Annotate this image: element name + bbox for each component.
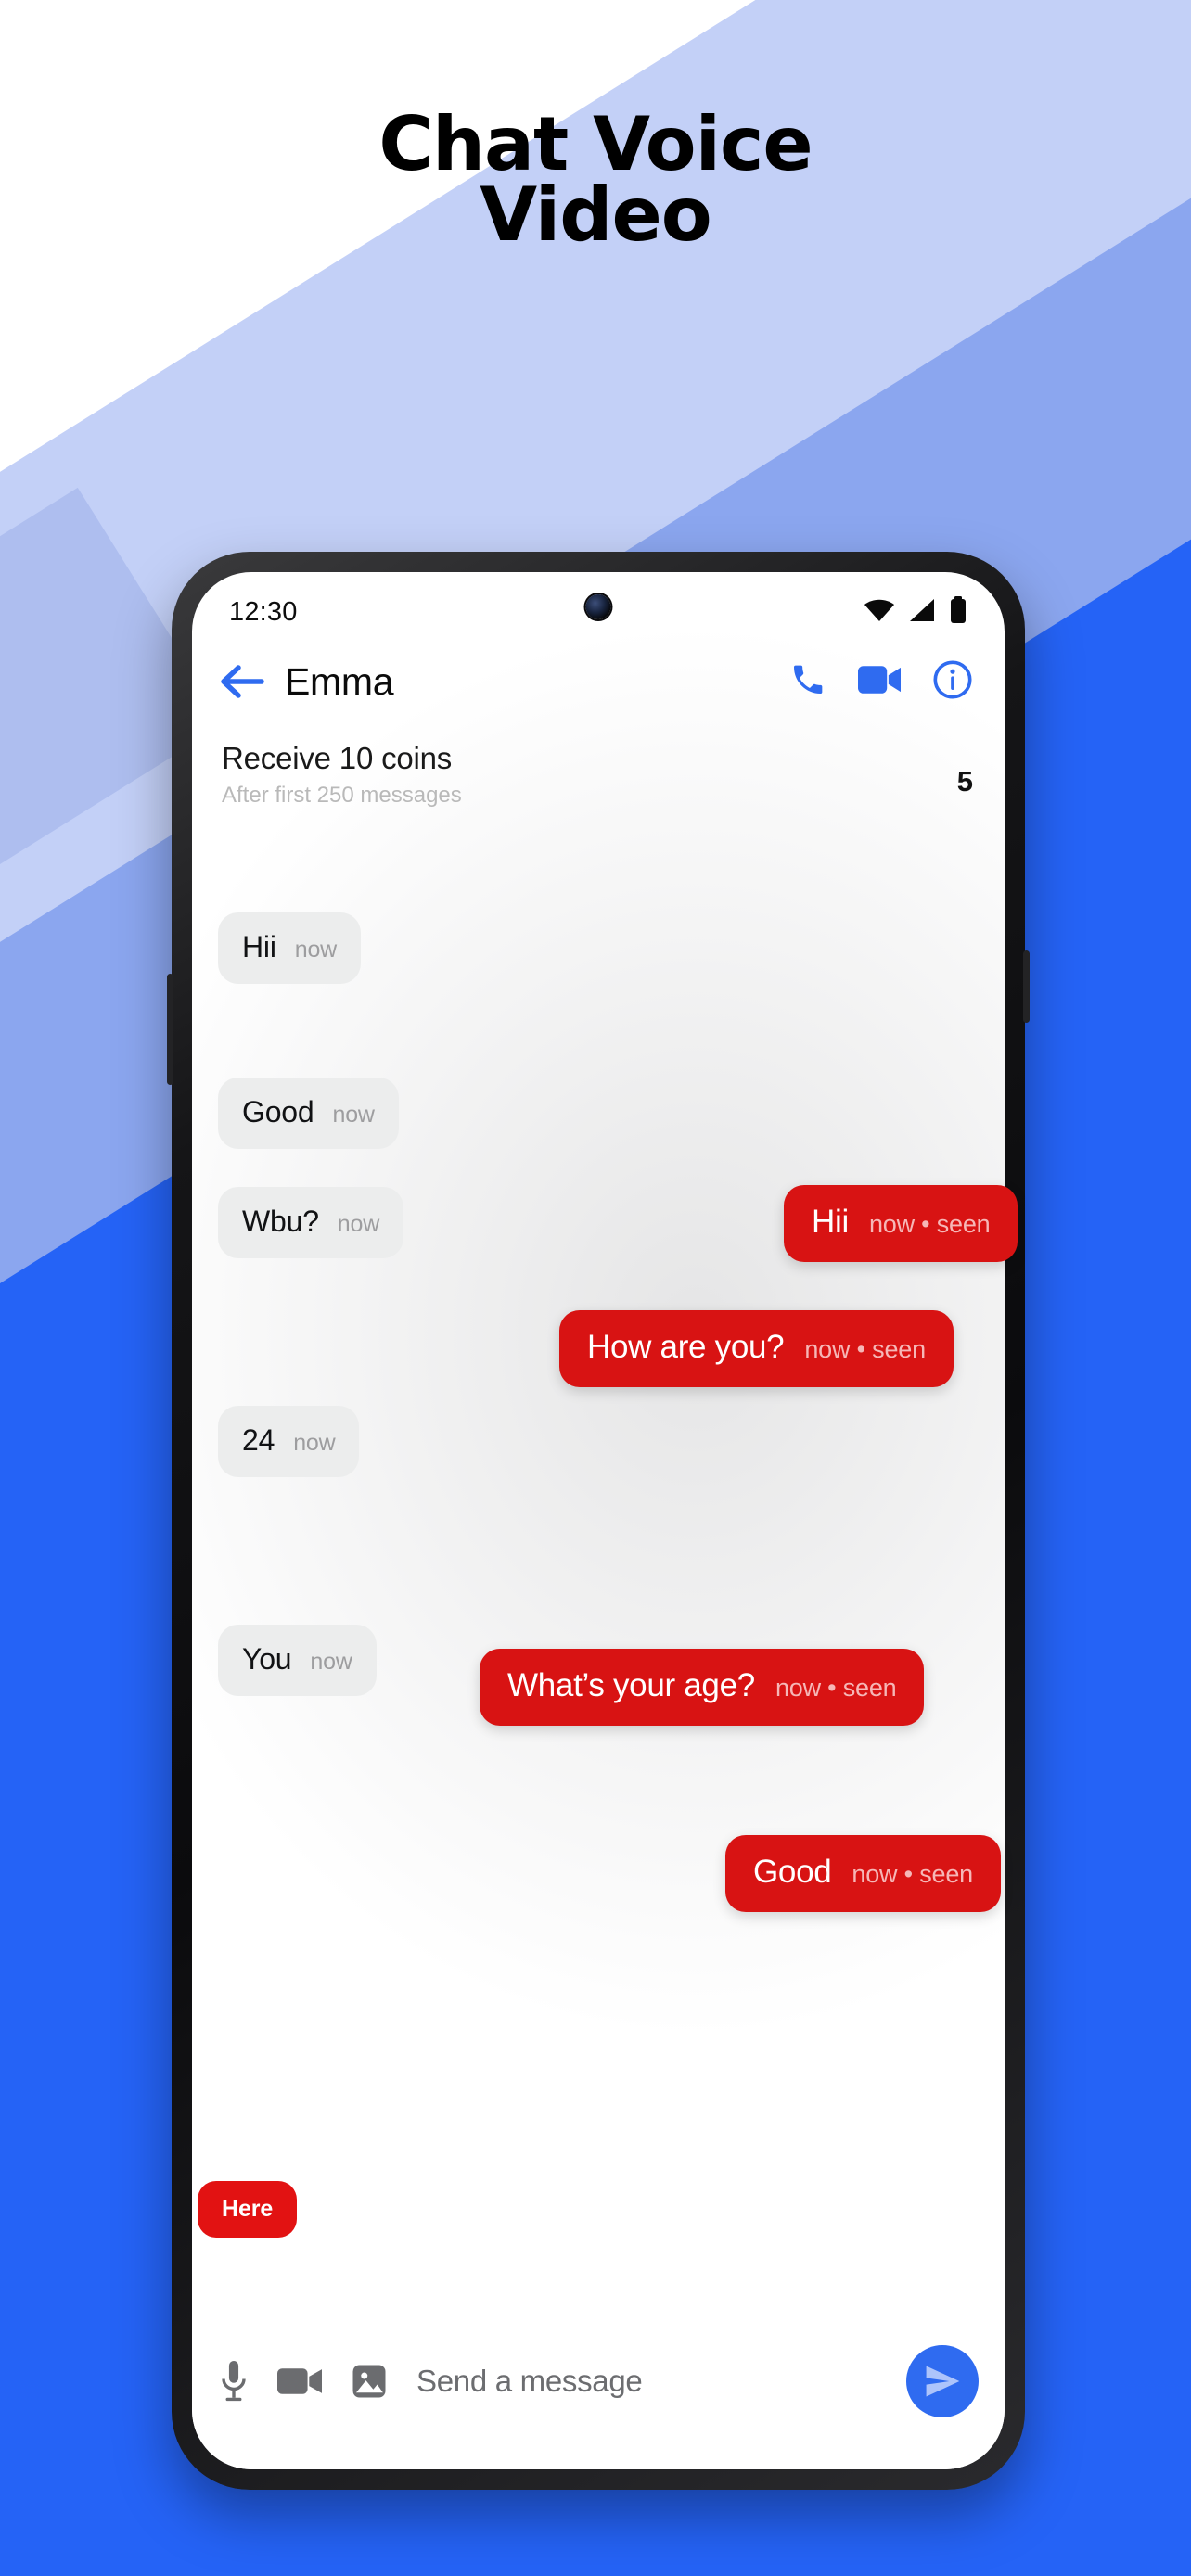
message-meta: now	[293, 1430, 336, 1456]
video-camera-icon[interactable]	[277, 2365, 322, 2398]
message-meta: now • seen	[775, 1674, 897, 1702]
status-bar-clock: 12:30	[229, 596, 298, 627]
status-bar-icons	[864, 595, 967, 629]
page-headline: Chat Voice Video	[0, 101, 1191, 258]
message-composer[interactable]: Send a message	[192, 2321, 1005, 2469]
front-camera-punch-hole	[585, 594, 611, 619]
message-bubble-incoming[interactable]: Good now	[218, 1078, 399, 1149]
message-row-incoming[interactable]: Hii now	[218, 912, 361, 984]
coins-promo-title: Receive 10 coins	[222, 741, 453, 775]
message-bubble-incoming[interactable]: 24 now	[218, 1406, 360, 1477]
message-text: Hii	[812, 1204, 849, 1240]
message-bubble-outgoing[interactable]: What’s your age? now • seen	[480, 1649, 925, 1726]
coins-promo-count: 5	[956, 765, 973, 797]
message-text: What’s your age?	[507, 1667, 755, 1703]
message-row-outgoing[interactable]: Good now • seen	[725, 1835, 1001, 1912]
message-input[interactable]: Send a message	[416, 2364, 906, 2399]
message-list: Hii now Good now Wbu? now 24 now You now	[192, 809, 1005, 2321]
message-meta: now • seen	[868, 1210, 991, 1238]
phone-volume-button[interactable]	[167, 974, 173, 1085]
message-bubble-incoming[interactable]: Wbu? now	[218, 1187, 404, 1258]
message-bubble-outgoing[interactable]: Good now • seen	[725, 1835, 1001, 1912]
message-meta: now • seen	[804, 1335, 926, 1363]
chat-header-actions	[789, 659, 973, 705]
message-row-outgoing[interactable]: Hii now • seen	[784, 1185, 1018, 1262]
message-row-outgoing[interactable]: What’s your age? now • seen	[480, 1649, 925, 1726]
coins-promo-texts: Receive 10 coins After first 250 message…	[222, 741, 957, 809]
battery-icon	[949, 595, 967, 629]
message-row-incoming[interactable]: You now	[218, 1625, 377, 1696]
message-meta: now	[310, 1649, 352, 1675]
wifi-icon	[864, 598, 895, 627]
message-row-incoming[interactable]: Wbu? now	[218, 1187, 404, 1258]
microphone-icon[interactable]	[218, 2361, 250, 2402]
video-call-icon[interactable]	[858, 661, 901, 703]
message-row-incoming[interactable]: 24 now	[218, 1406, 360, 1477]
message-text: Wbu?	[242, 1205, 319, 1238]
phone-call-icon[interactable]	[789, 661, 826, 703]
contact-name: Emma	[285, 659, 394, 703]
info-icon[interactable]	[932, 659, 973, 705]
headline-line-1: Chat Voice	[378, 101, 813, 187]
message-bubble-incoming[interactable]: You now	[218, 1625, 377, 1696]
message-meta: now	[337, 1211, 380, 1237]
coins-promo-banner[interactable]: Receive 10 coins After first 250 message…	[192, 724, 1005, 809]
message-row-incoming[interactable]: Good now	[218, 1078, 399, 1149]
message-text: You	[242, 1642, 292, 1676]
message-text: How are you?	[587, 1329, 785, 1365]
send-button[interactable]	[906, 2345, 979, 2417]
message-bubble-outgoing[interactable]: How are you? now • seen	[559, 1310, 954, 1387]
message-bubble-incoming[interactable]: Hii now	[218, 912, 361, 984]
message-meta: now	[332, 1102, 375, 1128]
cellular-signal-icon	[908, 598, 936, 627]
headline-line-2: Video	[480, 172, 711, 258]
message-text: Hii	[242, 930, 276, 963]
back-arrow-icon[interactable]	[220, 664, 264, 699]
send-icon	[926, 2366, 960, 2397]
phone-power-button[interactable]	[1023, 950, 1030, 1023]
phone-mockup: 12:30 Emma Receive 10 coins After first …	[167, 552, 1030, 2490]
message-meta: now • seen	[852, 1860, 973, 1888]
image-icon[interactable]	[350, 2362, 389, 2401]
message-bubble-outgoing[interactable]: Hii now • seen	[784, 1185, 1018, 1262]
chat-header: Emma	[192, 639, 1005, 724]
message-meta: now	[294, 937, 337, 963]
message-text: Good	[242, 1095, 314, 1129]
message-text: Good	[753, 1854, 832, 1890]
message-text: 24	[242, 1423, 275, 1457]
phone-screen: 12:30 Emma Receive 10 coins After first …	[192, 572, 1005, 2469]
coins-promo-subtitle: After first 250 messages	[222, 783, 462, 808]
message-row-outgoing[interactable]: How are you? now • seen	[559, 1310, 954, 1387]
